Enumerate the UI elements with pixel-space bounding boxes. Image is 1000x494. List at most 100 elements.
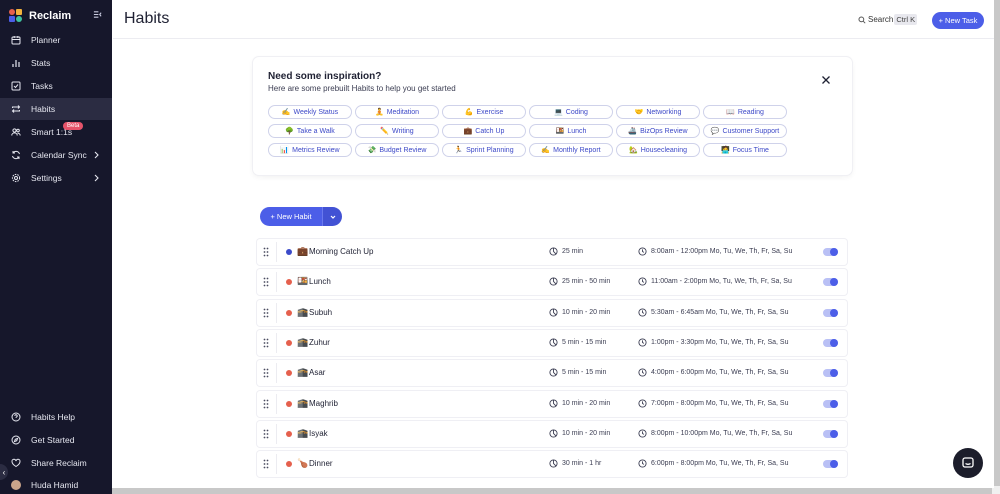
drag-handle-icon[interactable] bbox=[263, 399, 269, 409]
repeat-icon bbox=[11, 104, 21, 114]
row-divider bbox=[276, 363, 277, 383]
chip-emoji-icon: 🧑‍💻 bbox=[721, 147, 730, 154]
habit-template-chip[interactable]: 🚢 BizOps Review bbox=[616, 124, 700, 138]
help-icon bbox=[11, 412, 21, 422]
compass-icon bbox=[11, 435, 21, 445]
avatar bbox=[11, 480, 21, 490]
habit-template-chip[interactable]: 🧘 Meditation bbox=[355, 105, 439, 119]
habit-template-chip[interactable]: 📖 Reading bbox=[703, 105, 787, 119]
sidebar-item-calendar-sync[interactable]: Calendar Sync bbox=[0, 144, 112, 166]
habit-template-chip[interactable]: 🧑‍💻 Focus Time bbox=[703, 143, 787, 157]
chip-emoji-icon: 🚢 bbox=[628, 128, 638, 135]
sidebar-item-label: Habits bbox=[31, 104, 56, 114]
header-divider bbox=[113, 38, 1000, 39]
habit-template-chip[interactable]: 💻 Coding bbox=[529, 105, 613, 119]
habit-duration: 10 min - 20 min bbox=[562, 399, 611, 407]
habit-enabled-toggle[interactable] bbox=[823, 369, 838, 377]
duration-icon bbox=[549, 277, 558, 286]
vertical-scrollbar-thumb[interactable] bbox=[994, 0, 1000, 486]
chip-emoji-icon: 💻 bbox=[554, 109, 563, 116]
duration-icon bbox=[549, 247, 558, 256]
habit-enabled-toggle[interactable] bbox=[823, 430, 838, 438]
habit-enabled-toggle[interactable] bbox=[823, 400, 838, 408]
habit-enabled-toggle[interactable] bbox=[823, 278, 838, 286]
habit-template-chip[interactable]: 🌳 Take a Walk bbox=[268, 124, 352, 138]
duration-icon bbox=[549, 429, 558, 438]
habit-enabled-toggle[interactable] bbox=[823, 339, 838, 347]
drag-handle-icon[interactable] bbox=[263, 277, 269, 287]
habit-emoji-icon: 🕋 bbox=[297, 398, 309, 408]
drag-handle-icon[interactable] bbox=[263, 338, 269, 348]
new-task-button[interactable]: + New Task bbox=[932, 12, 984, 29]
habit-template-chip[interactable]: ✍️ Monthly Report bbox=[529, 143, 613, 157]
inspiration-subtitle: Here are some prebuilt Habits to help yo… bbox=[268, 84, 456, 93]
gear-icon bbox=[11, 173, 21, 183]
habit-template-chip[interactable]: 💪 Exercise bbox=[442, 105, 526, 119]
habit-name: Dinner bbox=[309, 459, 333, 468]
collapse-sidebar-icon[interactable] bbox=[93, 10, 102, 19]
habit-row[interactable]: 🍱 Lunch 25 min - 50 min 11:00am - 2:00pm Mo… bbox=[257, 269, 847, 295]
new-habit-button[interactable]: + New Habit bbox=[260, 207, 322, 226]
sidebar-item-stats[interactable]: Stats bbox=[0, 52, 112, 74]
habit-row[interactable]: 🍗 Dinner 30 min - 1 hr 6:00pm - 8:00pm Mo, … bbox=[257, 451, 847, 477]
chevron-right-icon bbox=[94, 151, 99, 159]
habit-row[interactable]: 🕋 Asar 5 min - 15 min 4:00pm - 6:00pm Mo, T… bbox=[257, 360, 847, 386]
close-icon[interactable] bbox=[821, 75, 831, 85]
vertical-scrollbar[interactable] bbox=[994, 0, 1000, 494]
drag-handle-icon[interactable] bbox=[263, 459, 269, 469]
habit-template-chip[interactable]: 🍱 Lunch bbox=[529, 124, 613, 138]
habit-emoji-icon: 🕋 bbox=[297, 337, 309, 347]
sidebar-item-habits-help[interactable]: Habits Help bbox=[0, 406, 112, 428]
sidebar-item-planner[interactable]: Planner bbox=[0, 29, 112, 51]
sidebar-item-settings[interactable]: Settings bbox=[0, 167, 112, 189]
sidebar-item-label: Share Reclaim bbox=[31, 458, 87, 468]
beta-badge: Beta bbox=[63, 122, 84, 130]
sidebar-item-get-started[interactable]: Get Started bbox=[0, 429, 112, 451]
habit-template-chip[interactable]: 🏃 Sprint Planning bbox=[442, 143, 526, 157]
drag-handle-icon[interactable] bbox=[263, 429, 269, 439]
habit-template-chip[interactable]: ✏️ Writing bbox=[355, 124, 439, 138]
habit-schedule: 8:00am - 12:00pm Mo, Tu, We, Th, Fr, Sa,… bbox=[651, 247, 793, 255]
habit-template-chip[interactable]: 💬 Customer Support bbox=[703, 124, 787, 138]
habit-enabled-toggle[interactable] bbox=[823, 248, 838, 256]
habit-template-chip[interactable]: 🤝 Networking bbox=[616, 105, 700, 119]
sidebar-item-label: Get Started bbox=[31, 435, 75, 445]
habit-template-chip[interactable]: 🏡 Housecleaning bbox=[616, 143, 700, 157]
chip-emoji-icon: 💸 bbox=[367, 147, 377, 154]
drag-handle-icon[interactable] bbox=[263, 247, 269, 257]
sidebar-item-tasks[interactable]: Tasks bbox=[0, 75, 112, 97]
chip-label: Coding bbox=[565, 108, 588, 116]
checkbox-icon bbox=[11, 81, 21, 91]
habit-duration: 25 min - 50 min bbox=[562, 277, 611, 285]
habit-row[interactable]: 🕋 Zuhur 5 min - 15 min 1:00pm - 3:30pm Mo, … bbox=[257, 330, 847, 356]
row-divider bbox=[276, 242, 277, 262]
habit-enabled-toggle[interactable] bbox=[823, 309, 838, 317]
clock-icon bbox=[638, 247, 647, 256]
sidebar-item-label: Habits Help bbox=[31, 412, 75, 422]
habit-enabled-toggle[interactable] bbox=[823, 460, 838, 468]
habit-template-chip[interactable]: 📊 Metrics Review bbox=[268, 143, 352, 157]
chip-emoji-icon: 💼 bbox=[463, 128, 473, 135]
sidebar-item-habits[interactable]: Habits bbox=[0, 98, 112, 120]
drag-handle-icon[interactable] bbox=[263, 308, 269, 318]
sidebar-item-smart-1-1s[interactable]: Smart 1:1s Beta bbox=[0, 121, 112, 143]
habit-schedule: 11:00am - 2:00pm Mo, Tu, We, Th, Fr, Sa,… bbox=[651, 277, 792, 285]
habit-template-chip[interactable]: 💸 Budget Review bbox=[355, 143, 439, 157]
sidebar-item-user-profile[interactable]: Huda Hamid bbox=[0, 474, 112, 494]
horizontal-scrollbar-thumb[interactable] bbox=[112, 488, 992, 494]
habit-template-chip[interactable]: 💼 Catch Up bbox=[442, 124, 526, 138]
chat-launcher-button[interactable] bbox=[953, 448, 983, 478]
page-title: Habits bbox=[124, 10, 170, 27]
horizontal-scrollbar[interactable] bbox=[112, 488, 1000, 494]
habit-template-chip[interactable]: ✍️ Weekly Status bbox=[268, 105, 352, 119]
chip-emoji-icon: 🌳 bbox=[285, 128, 294, 135]
habit-color-dot bbox=[286, 310, 292, 316]
habit-row[interactable]: 🕋 Subuh 10 min - 20 min 5:30am - 6:45am Mo,… bbox=[257, 300, 847, 326]
habit-row[interactable]: 🕋 Maghrib 10 min - 20 min 7:00pm - 8:00pm M… bbox=[257, 391, 847, 417]
new-habit-dropdown-button[interactable] bbox=[322, 207, 342, 226]
habit-row[interactable]: 💼 Morning Catch Up 25 min 8:00am - 12:00pm … bbox=[257, 239, 847, 265]
sidebar-item-share-reclaim[interactable]: Share Reclaim bbox=[0, 452, 112, 474]
habit-row[interactable]: 🕋 Isyak 10 min - 20 min 8:00pm - 10:00pm Mo… bbox=[257, 421, 847, 447]
drag-handle-icon[interactable] bbox=[263, 368, 269, 378]
search-button[interactable]: Search Ctrl K bbox=[858, 14, 918, 25]
